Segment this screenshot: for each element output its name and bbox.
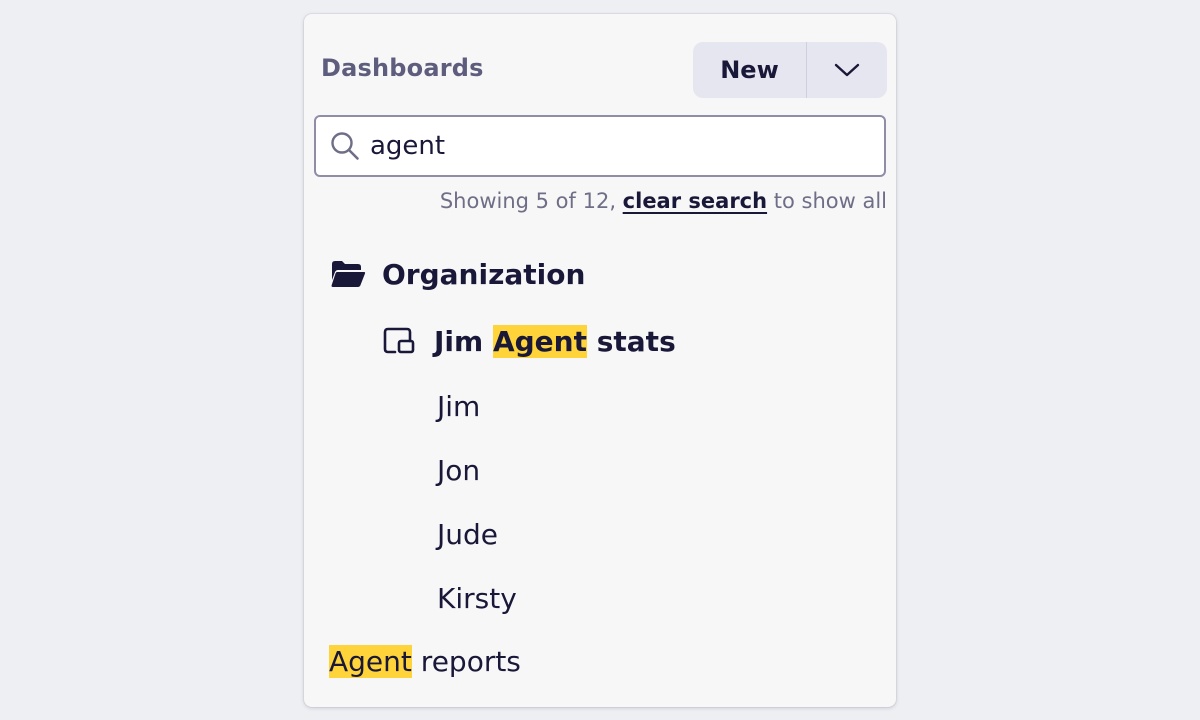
- tree-item-agent-reports[interactable]: Agent reports: [329, 640, 521, 682]
- search-box: [314, 115, 886, 177]
- dashboard-label: Jim Agent stats: [434, 324, 676, 358]
- dashboard-icon: [382, 326, 416, 356]
- search-input[interactable]: [370, 125, 870, 167]
- new-button-group: New: [693, 42, 887, 98]
- tree-item-jon[interactable]: Jon: [437, 450, 480, 490]
- search-match-highlight: Agent: [329, 644, 412, 678]
- results-suffix-text: to show all: [767, 189, 887, 213]
- panel-header: Dashboards New: [321, 42, 887, 98]
- tree-item-jim[interactable]: Jim: [437, 386, 480, 426]
- dashboard-label-after: stats: [586, 324, 676, 358]
- top-item-label-after: reports: [411, 644, 521, 678]
- dashboards-panel: Dashboards New Showing 5 of 12, clear se…: [304, 14, 896, 707]
- tree-item-jude[interactable]: Jude: [437, 514, 498, 554]
- search-icon: [330, 131, 360, 161]
- search-match-highlight: Agent: [492, 324, 587, 358]
- chevron-down-icon: [834, 62, 860, 78]
- clear-search-link[interactable]: clear search: [623, 189, 767, 213]
- tree-dashboard-jim-agent-stats[interactable]: Jim Agent stats: [382, 319, 676, 363]
- new-options-dropdown-button[interactable]: [807, 42, 887, 98]
- folder-open-icon: [330, 260, 366, 288]
- new-button[interactable]: New: [693, 42, 807, 98]
- panel-title: Dashboards: [321, 54, 484, 82]
- folder-label: Organization: [382, 257, 586, 291]
- tree-folder-organization[interactable]: Organization: [330, 252, 585, 296]
- search-results-info: Showing 5 of 12, clear search to show al…: [440, 189, 887, 213]
- dashboard-label-before: Jim: [434, 324, 493, 358]
- tree-item-kirsty[interactable]: Kirsty: [437, 578, 517, 618]
- results-count-text: Showing 5 of 12,: [439, 189, 623, 213]
